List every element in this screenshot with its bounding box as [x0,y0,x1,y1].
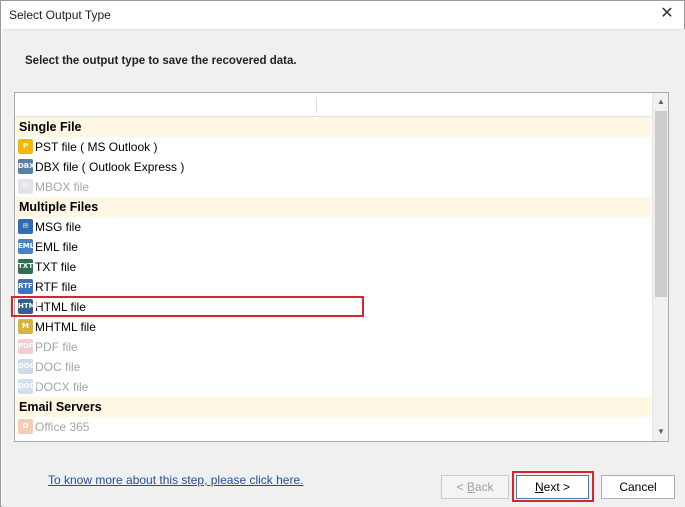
list-item: O Office 365 [15,417,651,437]
help-link[interactable]: To know more about this step, please cli… [48,473,303,487]
back-button[interactable]: < Back [441,475,509,499]
scroll-down-arrow-icon[interactable]: ▼ [654,425,668,439]
close-icon[interactable]: ✕ [660,6,674,22]
list-item-label: MBOX file [35,180,90,194]
mbox-icon: ✉ [18,179,33,194]
output-type-list[interactable]: Single File P PST file ( MS Outlook ) DBX DB… [14,92,669,442]
instruction-banner: Select the output type to save the recov… [2,29,685,85]
html-icon: HTML [18,299,40,314]
list-item-label: PST file ( MS Outlook ) [35,140,158,154]
list-item-label: PDF file [35,340,78,354]
list-item: DOC DOC file [15,357,651,377]
docx-icon: DOCX [18,379,40,394]
list-item-label: TXT file [35,260,77,274]
list-item-label: MHTML file [35,320,96,334]
next-mnemonic: N [534,480,544,494]
list-header [15,93,651,117]
list-item: PDF PDF file [15,337,651,357]
doc-icon: DOC [18,359,35,374]
pdf-icon: PDF [18,339,34,354]
office365-icon: O [18,419,33,434]
group-header: Multiple Files [15,197,651,217]
list-item-label: DBX file ( Outlook Express ) [35,160,185,174]
dbx-icon: DBX [18,159,35,174]
list-item[interactable]: P PST file ( MS Outlook ) [15,137,651,157]
txt-icon: TXT [18,259,33,274]
instruction-text: Select the output type to save the recov… [25,55,297,67]
list-rows: Single File P PST file ( MS Outlook ) DBX DB… [15,117,651,437]
cancel-button[interactable]: Cancel [601,475,675,499]
back-prefix: < [456,480,467,494]
list-item[interactable]: RTF RTF file [15,277,651,297]
window-title: Select Output Type [9,8,111,22]
list-item[interactable]: DBX DBX file ( Outlook Express ) [15,157,651,177]
list-item-label: DOC file [35,360,81,374]
group-header: Single File [15,117,651,137]
back-mnemonic: B [466,480,475,494]
eml-icon: EML [18,239,34,254]
next-button[interactable]: Next > [516,475,589,499]
list-item[interactable]: TXT TXT file [15,257,651,277]
list-item-label: DOCX file [35,380,89,394]
msg-icon: ✉ [18,219,33,234]
group-header: Email Servers [15,397,651,417]
list-item[interactable]: ✉ MSG file [15,217,651,237]
vertical-scrollbar[interactable]: ▲ ▼ [652,93,668,441]
list-item-label: HTML file [35,300,86,314]
back-rest: ack [474,480,494,494]
list-item[interactable]: M MHTML file [15,317,651,337]
list-item-label: RTF file [35,280,77,294]
column-divider[interactable] [316,97,317,113]
scroll-thumb[interactable] [655,111,667,297]
mhtml-icon: M [18,319,33,334]
list-item[interactable]: HTML HTML file [15,297,651,317]
rtf-icon: RTF [18,279,33,294]
list-item[interactable]: EML EML file [15,237,651,257]
next-rest: ext > [543,480,571,494]
pst-icon: P [18,139,33,154]
title-bar: Select Output Type ✕ [1,1,684,29]
list-item: ✉ MBOX file [15,177,651,197]
list-item-label: EML file [35,240,78,254]
list-item-label: Office 365 [35,420,90,434]
scroll-up-arrow-icon[interactable]: ▲ [654,95,668,109]
list-item: DOCX DOCX file [15,377,651,397]
list-item-label: MSG file [35,220,82,234]
